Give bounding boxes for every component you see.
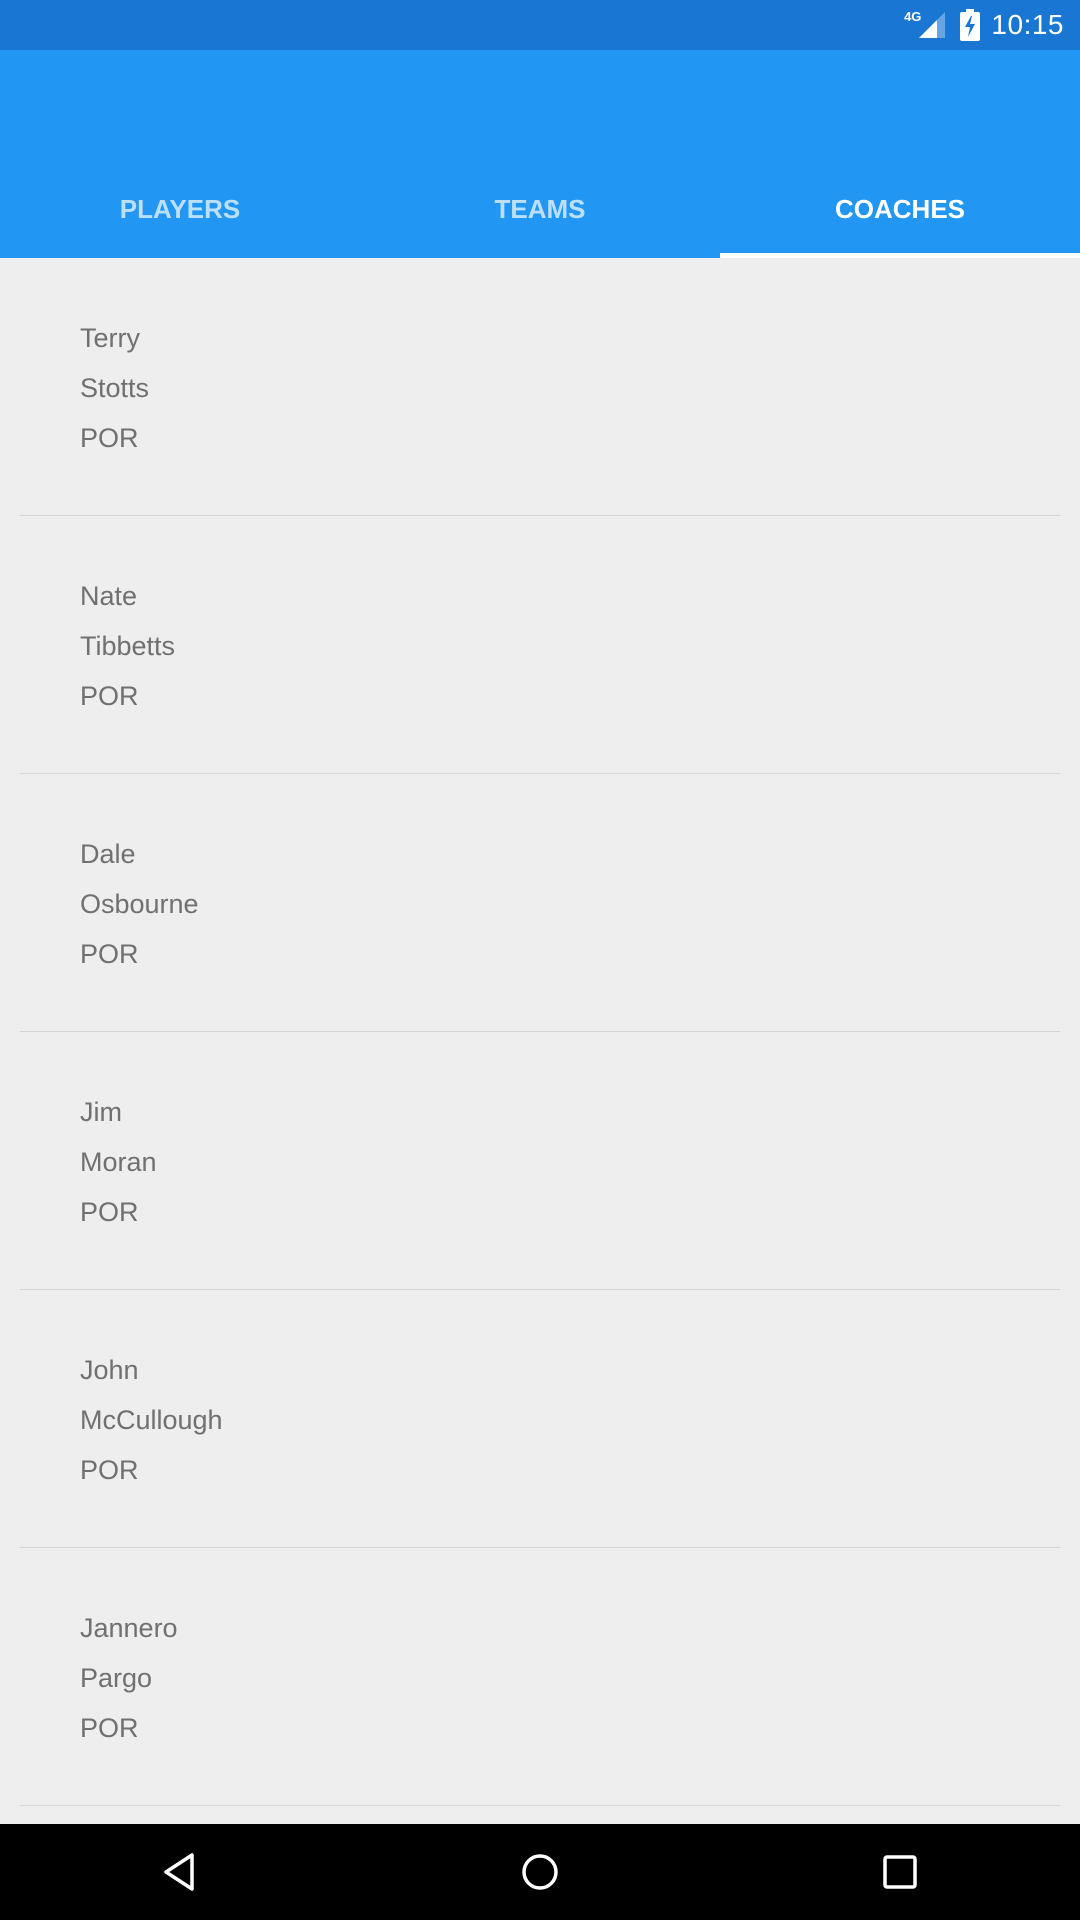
status-icons: 4G 10:15 [904,0,1064,50]
coach-team: POR [80,1197,139,1227]
tab-teams[interactable]: TEAMS [360,160,720,258]
battery-charging-icon [960,9,981,41]
app-bar: PLAYERS TEAMS COACHES [0,50,1080,258]
tab-players[interactable]: PLAYERS [0,160,360,258]
coach-first-name: Dale [80,839,136,869]
coach-team: POR [80,1455,139,1485]
coach-first-name: Terry [80,323,140,353]
coach-last-name: Osbourne [80,889,199,919]
tab-bar: PLAYERS TEAMS COACHES [0,160,1080,258]
coach-last-name: Moran [80,1147,157,1177]
coach-first-name: Nate [80,581,138,611]
coach-team: POR [80,939,139,969]
back-icon [164,1853,194,1891]
coaches-list[interactable]: Terry Stotts POR Nate Tibbetts POR Dale … [0,258,1080,1824]
signal-icon [919,12,946,38]
coach-first-name: Jim [80,1097,122,1127]
back-button[interactable] [150,1842,210,1902]
tab-coaches[interactable]: COACHES [720,160,1080,258]
tab-teams-label: TEAMS [494,193,586,224]
coach-team: POR [80,423,139,453]
clock: 10:15 [991,9,1064,40]
list-item[interactable]: Jim Moran POR [20,1032,1060,1290]
coach-first-name: Jannero [80,1613,178,1643]
recents-icon [883,1855,917,1889]
list-item[interactable]: John McCullough POR [20,1290,1060,1548]
coach-last-name: Stotts [80,373,150,403]
list-item[interactable]: Dale Osbourne POR [20,774,1060,1032]
status-bar: 4G 10:15 [0,0,1080,50]
list-item[interactable]: Nate Tibbetts POR [20,516,1060,774]
coach-first-name: John [80,1355,139,1385]
recents-button[interactable] [870,1842,930,1902]
home-button[interactable] [510,1842,570,1902]
coach-last-name: McCullough [80,1405,223,1435]
coach-last-name: Tibbetts [80,631,176,661]
tab-players-label: PLAYERS [119,193,241,224]
home-icon [522,1854,558,1890]
list-item[interactable]: Jannero Pargo POR [20,1548,1060,1806]
coach-team: POR [80,1713,139,1743]
list-item[interactable]: Terry Stotts POR [20,258,1060,516]
coach-last-name: Pargo [80,1663,153,1693]
tab-coaches-label: COACHES [834,193,965,224]
coach-team: POR [80,681,139,711]
navigation-bar [0,1824,1080,1920]
